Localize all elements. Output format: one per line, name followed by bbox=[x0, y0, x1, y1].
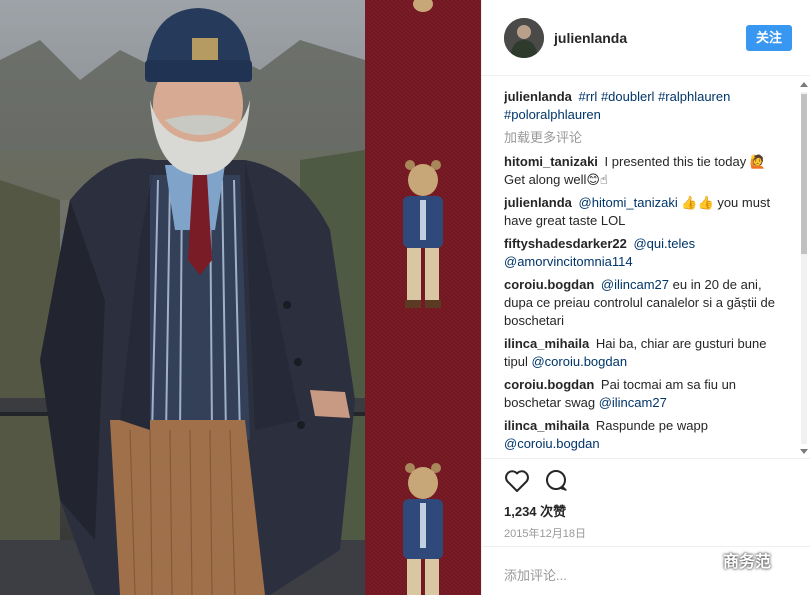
list-item: ilinca_mihaila Raspunde pe wapp @coroiu.… bbox=[504, 417, 784, 453]
hashtag[interactable]: #rrl bbox=[579, 89, 598, 104]
post-panel: julienlanda 关注 julienlanda #rrl #doubler… bbox=[481, 0, 810, 595]
comments-list: julienlanda #rrl #doublerl #ralphlauren … bbox=[504, 88, 784, 458]
comment-bubble-icon[interactable] bbox=[544, 469, 570, 493]
comment-author[interactable]: hitomi_tanizaki bbox=[504, 154, 598, 169]
mention-link[interactable]: @amorvincitomnia114 bbox=[504, 254, 633, 269]
wechat-icon bbox=[698, 551, 718, 569]
tie-closeup-photo bbox=[365, 0, 481, 595]
comment-author[interactable]: julienlanda bbox=[504, 195, 572, 210]
mention-link[interactable]: @ilincam27 bbox=[601, 277, 669, 292]
follow-button[interactable]: 关注 bbox=[746, 25, 792, 51]
list-item: hitomi_tanizaki I presented this tie tod… bbox=[504, 153, 784, 189]
likes-count[interactable]: 1,234 次赞 bbox=[504, 501, 566, 520]
list-item: fiftyshadesdarker22 @qui.teles @amorvinc… bbox=[504, 235, 784, 271]
mention-link[interactable]: @coroiu.bogdan bbox=[531, 354, 627, 369]
caption-author[interactable]: julienlanda bbox=[504, 89, 572, 104]
watermark: 商务范 bbox=[697, 546, 771, 574]
post-actions: 1,234 次赞 2015年12月18日 bbox=[482, 458, 810, 540]
comment-text: Raspunde pe wapp bbox=[595, 418, 708, 433]
post-date: 2015年12月18日 bbox=[504, 528, 586, 540]
scrollbar-thumb[interactable] bbox=[801, 94, 807, 254]
comment-author[interactable]: fiftyshadesdarker22 bbox=[504, 236, 627, 251]
hashtag[interactable]: #ralphlauren bbox=[658, 89, 730, 104]
heart-icon[interactable] bbox=[504, 469, 530, 493]
comment-author[interactable]: ilinca_mihaila bbox=[504, 418, 589, 433]
comments-scrollbar[interactable] bbox=[798, 80, 810, 456]
hashtag[interactable]: #poloralphlauren bbox=[504, 107, 601, 122]
man-photo bbox=[0, 0, 365, 595]
list-item: coroiu.bogdan Pai tocmai am sa fiu un bo… bbox=[504, 376, 784, 412]
scroll-up-arrow-icon[interactable] bbox=[800, 82, 808, 87]
post-media bbox=[0, 0, 481, 595]
list-item: coroiu.bogdan @ilincam27 eu in 20 de ani… bbox=[504, 276, 784, 330]
scroll-down-arrow-icon[interactable] bbox=[800, 449, 808, 454]
list-item: ilinca_mihaila Hai ba, chiar are gusturi… bbox=[504, 335, 784, 371]
caption: julienlanda #rrl #doublerl #ralphlauren … bbox=[504, 88, 784, 124]
mention-link[interactable]: @hitomi_tanizaki bbox=[579, 195, 678, 210]
comment-author[interactable]: coroiu.bogdan bbox=[504, 377, 594, 392]
username[interactable]: julienlanda bbox=[554, 30, 627, 46]
hashtag[interactable]: #doublerl bbox=[601, 89, 655, 104]
comment-author[interactable]: coroiu.bogdan bbox=[504, 277, 594, 292]
mention-link[interactable]: @coroiu.bogdan bbox=[504, 436, 600, 451]
add-comment-input[interactable]: 添加评论... bbox=[504, 565, 567, 584]
post-header: julienlanda 关注 bbox=[482, 0, 810, 76]
mention-link[interactable]: @ilincam27 bbox=[599, 395, 667, 410]
list-item: julienlanda @hitomi_tanizaki 👍👍 you must… bbox=[504, 194, 784, 230]
load-more-comments-link[interactable]: 加载更多评论 bbox=[504, 129, 784, 147]
comment-author[interactable]: ilinca_mihaila bbox=[504, 336, 589, 351]
avatar[interactable] bbox=[504, 18, 544, 58]
watermark-text: 商务范 bbox=[723, 554, 772, 571]
mention-link[interactable]: @qui.teles bbox=[633, 236, 695, 251]
